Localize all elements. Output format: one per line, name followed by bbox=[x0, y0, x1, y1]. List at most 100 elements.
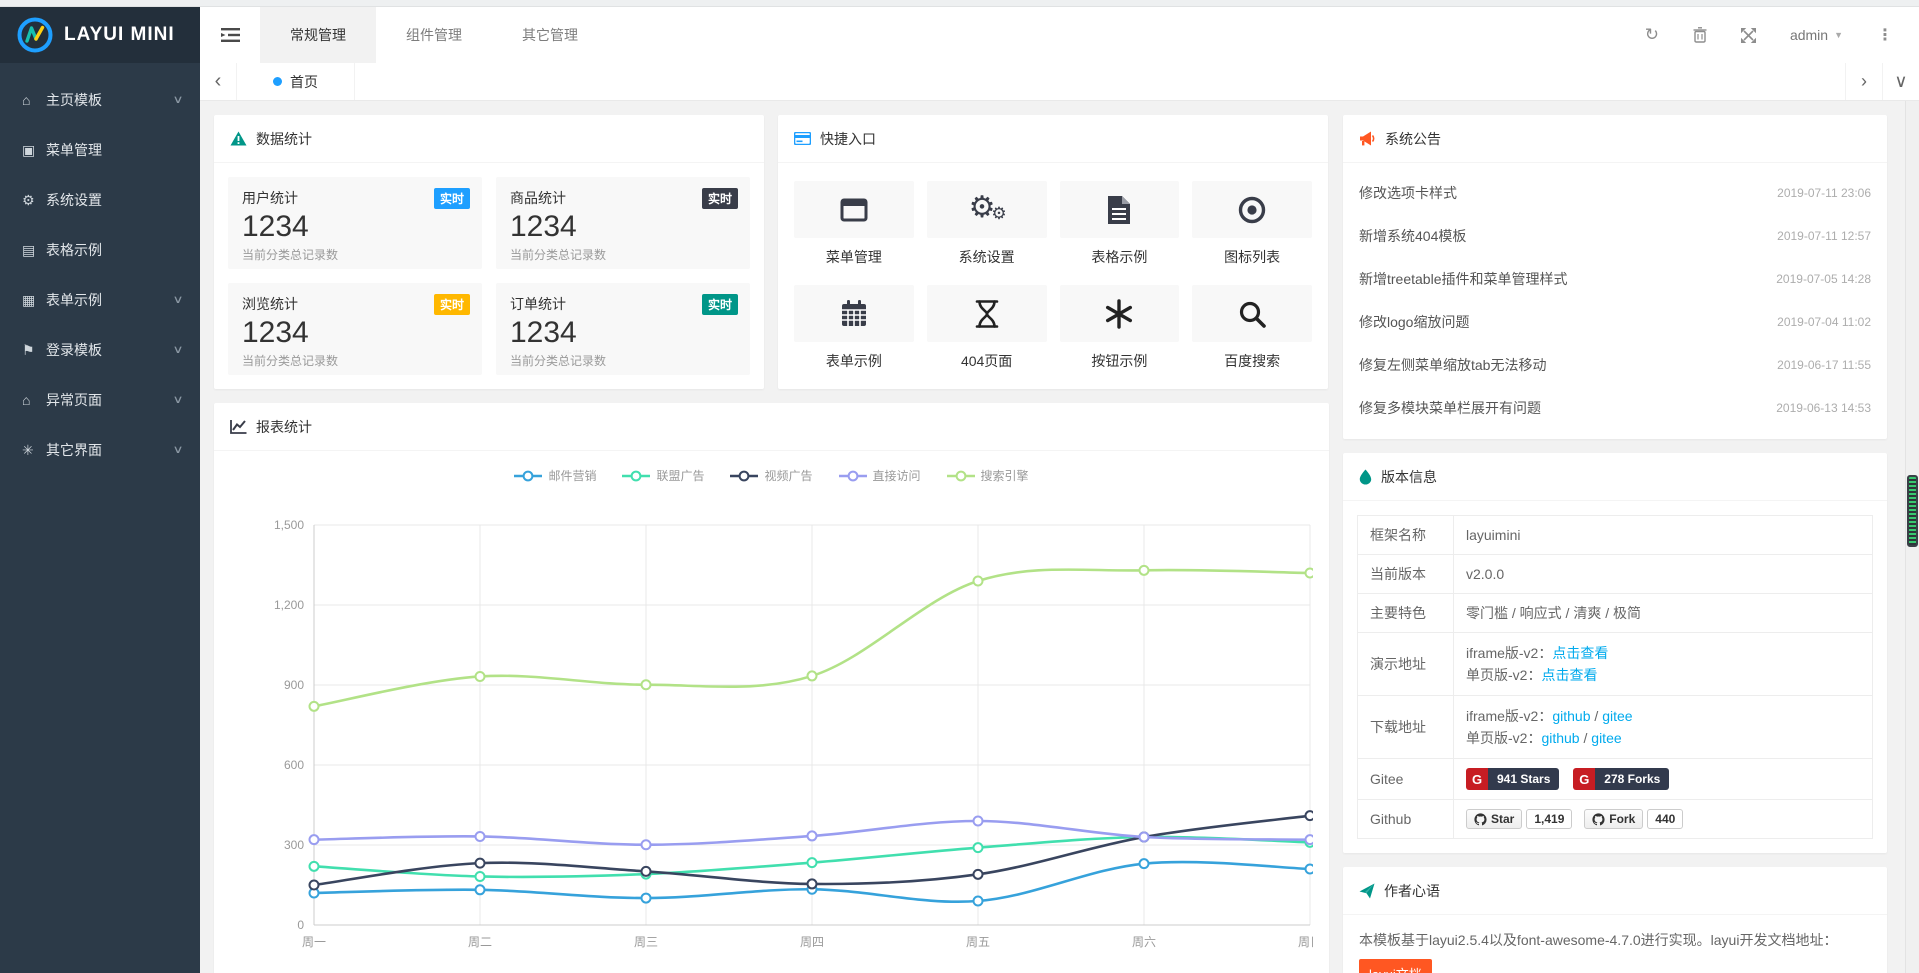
warning-triangle-icon bbox=[230, 131, 247, 146]
topnav-tab-label: 常规管理 bbox=[290, 27, 346, 43]
legend-item[interactable]: 邮件营销 bbox=[514, 467, 596, 484]
topnav-tab-other[interactable]: 其它管理 bbox=[492, 7, 608, 63]
refresh-icon[interactable]: ↻ bbox=[1645, 25, 1659, 45]
quick-item-label: 404页面 bbox=[927, 351, 1047, 371]
quick-item-menu-management[interactable]: 菜单管理 bbox=[794, 181, 914, 267]
main-content: 数据统计 用户统计 1234 当前分类总记录数 实时 商品统计 1234 当前分… bbox=[200, 101, 1919, 973]
sidebar-item-other-ui[interactable]: ✳其它界面∨ bbox=[0, 425, 200, 475]
sidebar-item-menu-management[interactable]: ▣菜单管理 bbox=[0, 125, 200, 175]
stat-value: 1234 bbox=[242, 314, 468, 352]
legend-item[interactable]: 搜索引擎 bbox=[947, 467, 1029, 484]
svg-text:300: 300 bbox=[284, 838, 304, 852]
quick-item-baidu-search[interactable]: 百度搜索 bbox=[1192, 285, 1312, 371]
sidebar-item-form-examples[interactable]: ▦表单示例∨ bbox=[0, 275, 200, 325]
author-words-card: 作者心语 本模板基于layui2.5.4以及font-awesome-4.7.0… bbox=[1343, 867, 1887, 973]
quick-item-404-page[interactable]: 404页面 bbox=[927, 285, 1047, 371]
window-icon: ▣ bbox=[22, 125, 46, 175]
tab-operations-dropdown[interactable]: ∨ bbox=[1882, 63, 1919, 100]
stat-value: 1234 bbox=[242, 208, 468, 246]
announcement-date: 2019-07-04 11:02 bbox=[1777, 315, 1871, 329]
tab-scroll-right-button[interactable]: › bbox=[1845, 63, 1882, 100]
table-row: 下载地址 iframe版-v2：github / gitee 单页版-v2：gi… bbox=[1358, 696, 1873, 759]
announcement-row[interactable]: 修复多模块菜单栏展开有问题2019-06-13 14:53 bbox=[1359, 386, 1871, 429]
gitee-stars-badge[interactable]: G941 Stars bbox=[1466, 768, 1559, 790]
announcement-date: 2019-07-05 14:28 bbox=[1776, 272, 1871, 286]
topnav-tab-components[interactable]: 组件管理 bbox=[376, 7, 492, 63]
quick-item-table-examples[interactable]: 表格示例 bbox=[1060, 181, 1180, 267]
github-star-button[interactable]: Star bbox=[1466, 809, 1522, 829]
gitee-badge-label: 278 Forks bbox=[1595, 768, 1669, 790]
table-row: 主要特色零门槛 / 响应式 / 清爽 / 极简 bbox=[1358, 594, 1873, 633]
link-separator: / bbox=[1580, 730, 1592, 746]
topnav-tab-general[interactable]: 常规管理 bbox=[260, 7, 376, 63]
legend-marker-icon bbox=[947, 470, 975, 482]
sidebar-item-error-pages[interactable]: ⌂异常页面∨ bbox=[0, 375, 200, 425]
table-row: Github Star 1,419 Fork 440 bbox=[1358, 800, 1873, 839]
announcement-row[interactable]: 修改选项卡样式2019-07-11 23:06 bbox=[1359, 171, 1871, 214]
legend-item[interactable]: 直接访问 bbox=[839, 467, 921, 484]
quick-item-button-examples[interactable]: 按钮示例 bbox=[1060, 285, 1180, 371]
svg-text:周五: 周五 bbox=[966, 935, 990, 949]
announcement-title: 新增系统404模板 bbox=[1359, 226, 1466, 246]
gitee-logo-icon: G bbox=[1466, 768, 1488, 790]
svg-text:600: 600 bbox=[284, 758, 304, 772]
active-tab-dot bbox=[273, 77, 282, 86]
user-menu[interactable]: admin ▼ bbox=[1790, 27, 1843, 43]
gitee-download-link[interactable]: gitee bbox=[1602, 708, 1632, 724]
demo-view-link[interactable]: 点击查看 bbox=[1541, 667, 1597, 683]
card-title: 作者心语 bbox=[1384, 867, 1440, 915]
sidebar-item-home-template[interactable]: ⌂主页模板∨ bbox=[0, 75, 200, 125]
status-badge: 实时 bbox=[702, 188, 738, 209]
window-top-strip bbox=[0, 0, 1919, 7]
version-row-label: Github bbox=[1358, 800, 1454, 839]
sidebar-item-label: 主页模板 bbox=[46, 92, 102, 108]
quick-item-label: 图标列表 bbox=[1192, 247, 1312, 267]
github-star-count[interactable]: 1,419 bbox=[1526, 809, 1572, 829]
sidebar-item-table-examples[interactable]: ▤表格示例 bbox=[0, 225, 200, 275]
legend-item[interactable]: 视频广告 bbox=[730, 467, 812, 484]
announcement-title: 修复多模块菜单栏展开有问题 bbox=[1359, 398, 1541, 418]
collapse-sidebar-button[interactable] bbox=[200, 7, 260, 63]
fullscreen-icon[interactable] bbox=[1741, 28, 1756, 43]
octocat-icon bbox=[1474, 813, 1487, 826]
github-download-link[interactable]: github bbox=[1552, 708, 1590, 724]
tab-scroll-left-button[interactable]: ‹ bbox=[200, 63, 237, 100]
username: admin bbox=[1790, 27, 1828, 43]
svg-text:周日: 周日 bbox=[1298, 935, 1313, 949]
announcement-row[interactable]: 修复左侧菜单缩放tab无法移动2019-06-17 11:55 bbox=[1359, 343, 1871, 386]
gitee-download-link[interactable]: gitee bbox=[1591, 730, 1621, 746]
announcement-row[interactable]: 修改logo缩放问题2019-07-04 11:02 bbox=[1359, 300, 1871, 343]
scrollbar-thumb[interactable] bbox=[1907, 475, 1918, 547]
stat-box-users: 用户统计 1234 当前分类总记录数 实时 bbox=[228, 177, 482, 269]
quick-item-icon-list[interactable]: 图标列表 bbox=[1192, 181, 1312, 267]
quick-item-system-settings[interactable]: ⚙⚙ 系统设置 bbox=[927, 181, 1047, 267]
version-row-value: 零门槛 / 响应式 / 清爽 / 极简 bbox=[1454, 594, 1873, 633]
announcement-row[interactable]: 新增系统404模板2019-07-11 12:57 bbox=[1359, 214, 1871, 257]
page-tabbar: ‹ 首页 › ∨ bbox=[200, 63, 1919, 101]
announcement-title: 新增treetable插件和菜单管理样式 bbox=[1359, 269, 1567, 289]
left-column: 数据统计 用户统计 1234 当前分类总记录数 实时 商品统计 1234 当前分… bbox=[214, 115, 1329, 973]
topnav-tab-label: 组件管理 bbox=[406, 27, 462, 43]
demo-view-link[interactable]: 点击查看 bbox=[1552, 645, 1608, 661]
github-fork-button[interactable]: Fork bbox=[1584, 809, 1643, 829]
sidebar-item-login-templates[interactable]: ⚑登录模板∨ bbox=[0, 325, 200, 375]
clear-cache-trash-icon[interactable] bbox=[1693, 27, 1707, 43]
github-fork-count[interactable]: 440 bbox=[1647, 809, 1683, 829]
announcement-row[interactable]: 新增treetable插件和菜单管理样式 2019-07-05 14:28 bbox=[1359, 257, 1871, 300]
legend-item[interactable]: 联盟广告 bbox=[622, 467, 704, 484]
top-nav: 常规管理 组件管理 其它管理 bbox=[260, 7, 608, 63]
stat-box-views: 浏览统计 1234 当前分类总记录数 实时 bbox=[228, 283, 482, 375]
logo[interactable]: LAYUI MINI bbox=[0, 7, 200, 63]
tab-home[interactable]: 首页 bbox=[237, 63, 355, 100]
gitee-forks-badge[interactable]: G278 Forks bbox=[1573, 768, 1669, 790]
stat-value: 1234 bbox=[510, 314, 736, 352]
layui-doc-button[interactable]: layui文档 bbox=[1359, 959, 1432, 973]
github-download-link[interactable]: github bbox=[1541, 730, 1579, 746]
more-menu-icon[interactable]: ⋮ bbox=[1877, 25, 1893, 45]
svg-text:周四: 周四 bbox=[800, 935, 824, 949]
quick-item-form-examples[interactable]: 表单示例 bbox=[794, 285, 914, 371]
sidebar-item-system-settings[interactable]: ⚙系统设置 bbox=[0, 175, 200, 225]
svg-text:周一: 周一 bbox=[302, 935, 326, 949]
right-column: 系统公告 修改选项卡样式2019-07-11 23:06 新增系统404模板20… bbox=[1343, 115, 1887, 973]
quick-item-label: 表格示例 bbox=[1060, 247, 1180, 267]
